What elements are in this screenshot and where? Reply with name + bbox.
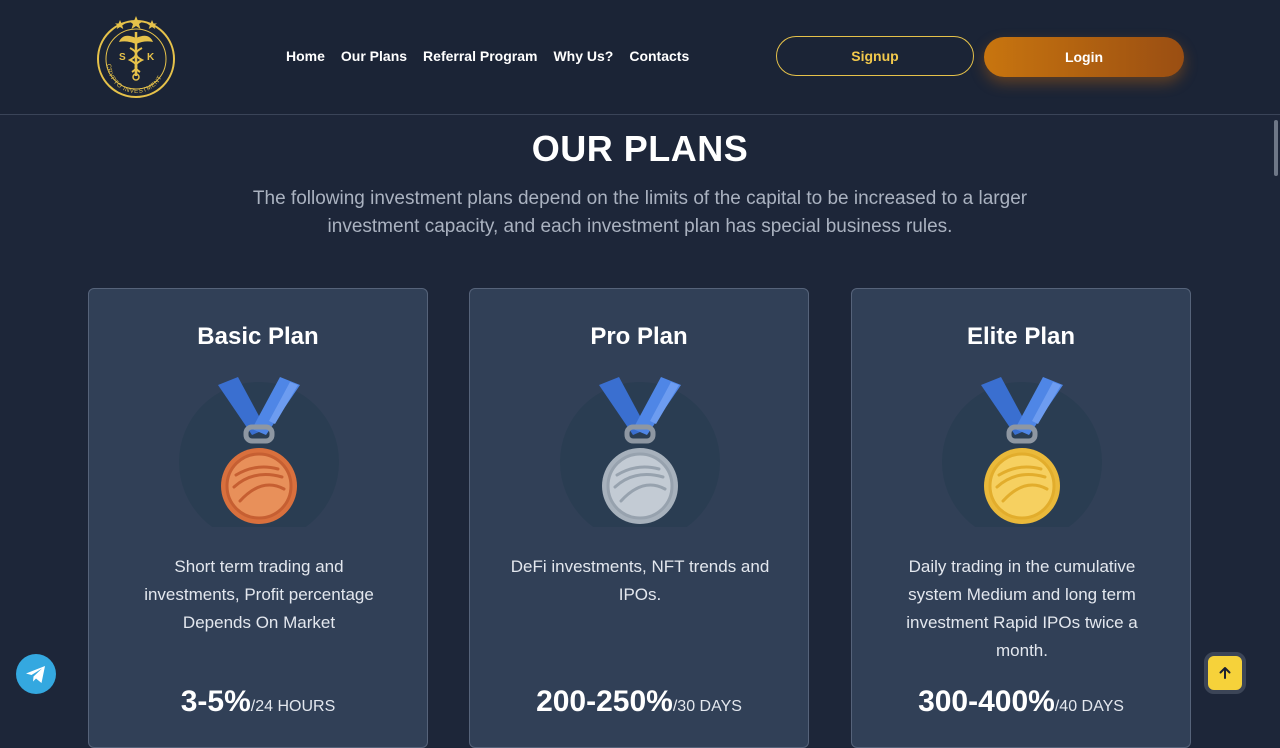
plan-card-elite: Elite Plan Daily trading in the cumulati… <box>851 288 1191 748</box>
plan-description: DeFi investments, NFT trends and IPOs. <box>510 557 770 604</box>
section-title: OUR PLANS <box>531 128 749 169</box>
nav-home[interactable]: Home <box>286 48 325 64</box>
main-nav: Home Our Plans Referral Program Why Us? … <box>286 48 689 64</box>
plan-description: Daily trading in the cumulative system M… <box>906 557 1138 660</box>
bronze-medal-icon <box>179 377 339 527</box>
arrow-up-icon <box>1219 667 1231 679</box>
signup-button[interactable]: Signup <box>776 36 974 76</box>
logo-letter-k: K <box>147 52 155 63</box>
plan-title: Pro Plan <box>590 323 688 350</box>
logo-icon[interactable]: S K CRYPTO INVESTMENT <box>95 14 177 100</box>
plan-price: 300-400%/40 DAYS <box>852 685 1190 719</box>
plan-period: /40 DAYS <box>1054 698 1124 715</box>
plan-period: /24 HOURS <box>250 698 336 715</box>
telegram-icon <box>26 666 45 683</box>
plan-period: /30 DAYS <box>672 698 742 715</box>
plan-title: Elite Plan <box>966 323 1076 350</box>
telegram-button[interactable] <box>16 654 56 694</box>
nav-contacts[interactable]: Contacts <box>629 48 689 64</box>
plan-price: 200-250%/30 DAYS <box>470 685 808 719</box>
gold-medal-icon <box>942 377 1102 527</box>
logo-letter-s: S <box>119 52 126 63</box>
plan-amount: 200-250% <box>536 685 673 718</box>
nav-our-plans[interactable]: Our Plans <box>341 48 407 64</box>
plan-price: 3-5%/24 HOURS <box>89 685 427 719</box>
back-to-top-button[interactable] <box>1204 652 1246 694</box>
plan-amount: 3-5% <box>180 685 251 718</box>
site-header: S K CRYPTO INVESTMENT Home Our Plans Ref… <box>0 0 1280 115</box>
plan-description: Short term trading and investments, Prof… <box>144 557 374 632</box>
nav-why-us[interactable]: Why Us? <box>553 48 613 64</box>
login-button[interactable]: Login <box>984 37 1184 77</box>
plan-amount: 300-400% <box>918 685 1055 718</box>
plan-card-basic: Basic Plan Short term trading and invest… <box>88 288 428 748</box>
page-scrollbar[interactable] <box>1274 120 1278 176</box>
plan-title: Basic Plan <box>197 323 319 350</box>
nav-referral-program[interactable]: Referral Program <box>423 48 537 64</box>
silver-medal-icon <box>560 377 720 527</box>
plan-card-pro: Pro Plan DeFi investments, NFT trends an… <box>469 288 809 748</box>
section-description: The following investment plans depend on… <box>252 188 1028 237</box>
